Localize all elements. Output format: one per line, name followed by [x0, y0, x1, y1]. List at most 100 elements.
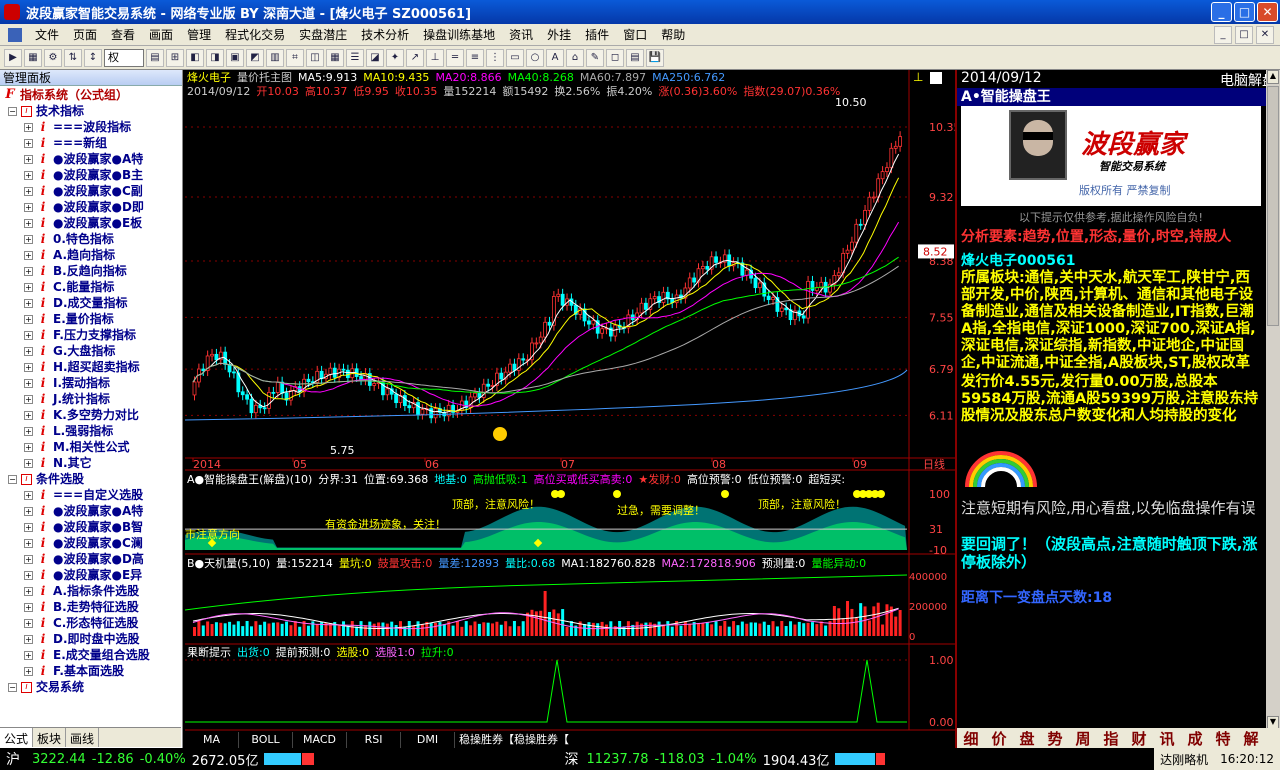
tree-item[interactable]: + i I.摆动指标	[0, 375, 181, 391]
tree-item[interactable]: + i E.成交量组合选股	[0, 647, 181, 663]
tree-item[interactable]: + i ●波段赢家●C副	[0, 183, 181, 199]
expand-icon[interactable]: +	[24, 394, 33, 404]
analysis-tab-7[interactable]: 讯	[1153, 728, 1181, 748]
analysis-tab-5[interactable]: 指	[1097, 728, 1125, 748]
expand-icon[interactable]: +	[24, 170, 33, 180]
expand-icon[interactable]: +	[24, 490, 33, 500]
menu-item-0[interactable]: 文件	[28, 26, 66, 43]
tree-item[interactable]: + i ●波段赢家●A特	[0, 151, 181, 167]
expand-icon[interactable]: +	[24, 442, 33, 452]
panel-tab-2[interactable]: 画线	[66, 728, 100, 747]
expand-icon[interactable]: +	[24, 250, 33, 260]
toolbar-tool-19-icon[interactable]: ⊥	[426, 48, 444, 67]
tree-item[interactable]: + i ===新组	[0, 135, 181, 151]
toolbar-tool-13-icon[interactable]: ◫	[306, 48, 324, 67]
toolbar-tool-7-icon[interactable]: ◧	[186, 48, 204, 67]
tree-item[interactable]: + i ●波段赢家●B主	[0, 167, 181, 183]
toolbar-tool-16-icon[interactable]: ◪	[366, 48, 384, 67]
tree-item[interactable]: + i A.指标条件选股	[0, 583, 181, 599]
mdi-icon[interactable]	[8, 27, 22, 42]
toolbar-tool-9-icon[interactable]: ▣	[226, 48, 244, 67]
tree-item[interactable]: + i ===自定义选股	[0, 487, 181, 503]
analysis-tab-9[interactable]: 特	[1209, 728, 1237, 748]
toolbar-tool-15-icon[interactable]: ☰	[346, 48, 364, 67]
tree-item[interactable]: + i ●波段赢家●E异	[0, 567, 181, 583]
indicator-tab-0[interactable]: MA	[185, 732, 239, 748]
collapse-icon[interactable]: −	[8, 682, 17, 692]
tree-root[interactable]: F 指标系统（公式组）	[0, 87, 181, 103]
maximize-button[interactable]: □	[1234, 2, 1255, 22]
expand-icon[interactable]: +	[24, 426, 33, 436]
expand-icon[interactable]: +	[24, 554, 33, 564]
toolbar-tool-28-icon[interactable]: ◻	[606, 48, 624, 67]
chart-area[interactable]: 烽火电子 量价托主图 MA5:9.913 MA10:9.435 MA20:8.866 MA…	[184, 70, 961, 748]
expand-icon[interactable]: +	[24, 282, 33, 292]
tree-item[interactable]: + i ●波段赢家●D高	[0, 551, 181, 567]
menu-item-5[interactable]: 程式化交易	[218, 26, 292, 43]
tree-item[interactable]: + i ●波段赢家●D即	[0, 199, 181, 215]
tree-item[interactable]: + i J.统计指标	[0, 391, 181, 407]
toolbar-tool-25-icon[interactable]: A	[546, 48, 564, 67]
expand-icon[interactable]: +	[24, 234, 33, 244]
tree-group[interactable]: − i 条件选股	[0, 471, 181, 487]
tree-item[interactable]: + i F.基本面选股	[0, 663, 181, 679]
analysis-scrollbar[interactable]: ▲ ▼	[1266, 70, 1280, 730]
collapse-icon[interactable]: −	[8, 474, 17, 484]
analysis-tab-10[interactable]: 解	[1237, 728, 1265, 748]
indicator-tab-4[interactable]: DMI	[401, 732, 455, 748]
network-status[interactable]: 达刚略机	[1160, 751, 1208, 768]
analysis-tab-4[interactable]: 周	[1069, 728, 1097, 748]
tree-item[interactable]: + i K.多空势力对比	[0, 407, 181, 423]
analysis-tab-0[interactable]: 细	[957, 728, 985, 748]
mdi-minimize-button[interactable]: _	[1214, 25, 1232, 44]
weight-combo[interactable]: 权	[104, 48, 144, 67]
toolbar-tool-5-icon[interactable]: ▤	[146, 48, 164, 67]
tree-item[interactable]: + i ●波段赢家●E板	[0, 215, 181, 231]
expand-icon[interactable]: +	[24, 122, 33, 132]
toolbar-tool-6-icon[interactable]: ⊞	[166, 48, 184, 67]
menu-item-10[interactable]: 外挂	[540, 26, 578, 43]
expand-icon[interactable]: +	[24, 138, 33, 148]
tree-item[interactable]: + i A.趋向指标	[0, 247, 181, 263]
menu-item-3[interactable]: 画面	[142, 26, 180, 43]
expand-icon[interactable]: +	[24, 330, 33, 340]
menu-item-1[interactable]: 页面	[66, 26, 104, 43]
toolbar-tool-24-icon[interactable]: ○	[526, 48, 544, 67]
tree-group[interactable]: − i 技术指标	[0, 103, 181, 119]
expand-icon[interactable]: +	[24, 602, 33, 612]
minimize-button[interactable]: _	[1211, 2, 1232, 22]
expand-icon[interactable]: +	[24, 346, 33, 356]
tree-item[interactable]: + i D.即时盘中选股	[0, 631, 181, 647]
toolbar-tool-21-icon[interactable]: ≡	[466, 48, 484, 67]
toolbar-tool-4-icon[interactable]: ↕	[84, 48, 102, 67]
expand-icon[interactable]: +	[24, 458, 33, 468]
expand-icon[interactable]: +	[24, 410, 33, 420]
menu-item-11[interactable]: 插件	[578, 26, 616, 43]
tree-item[interactable]: + i C.能量指标	[0, 279, 181, 295]
collapse-icon[interactable]: −	[8, 106, 17, 116]
toolbar-tool-1-icon[interactable]: ▦	[24, 48, 42, 67]
indicator-tab-3[interactable]: RSI	[347, 732, 401, 748]
toolbar-tool-30-icon[interactable]: 💾	[646, 48, 664, 67]
toolbar-tool-29-icon[interactable]: ▤	[626, 48, 644, 67]
tree-item[interactable]: + i 0.特色指标	[0, 231, 181, 247]
tree-item[interactable]: + i G.大盘指标	[0, 343, 181, 359]
expand-icon[interactable]: +	[24, 378, 33, 388]
analysis-tab-6[interactable]: 财	[1125, 728, 1153, 748]
expand-icon[interactable]: +	[24, 586, 33, 596]
expand-icon[interactable]: +	[24, 634, 33, 644]
toolbar-tool-0-icon[interactable]: ▶	[4, 48, 22, 67]
toolbar-tool-20-icon[interactable]: ═	[446, 48, 464, 67]
tree-item[interactable]: + i N.其它	[0, 455, 181, 471]
toolbar-tool-23-icon[interactable]: ▭	[506, 48, 524, 67]
toolbar-tool-22-icon[interactable]: ⋮	[486, 48, 504, 67]
expand-icon[interactable]: +	[24, 266, 33, 276]
expand-icon[interactable]: +	[24, 522, 33, 532]
tree-item[interactable]: + i D.成交量指标	[0, 295, 181, 311]
panel-tab-0[interactable]: 公式	[0, 728, 34, 747]
indicator-tab-2[interactable]: MACD	[293, 732, 347, 748]
toolbar-tool-18-icon[interactable]: ↗	[406, 48, 424, 67]
tree-item[interactable]: + i ●波段赢家●C澜	[0, 535, 181, 551]
expand-icon[interactable]: +	[24, 666, 33, 676]
expand-icon[interactable]: +	[24, 650, 33, 660]
